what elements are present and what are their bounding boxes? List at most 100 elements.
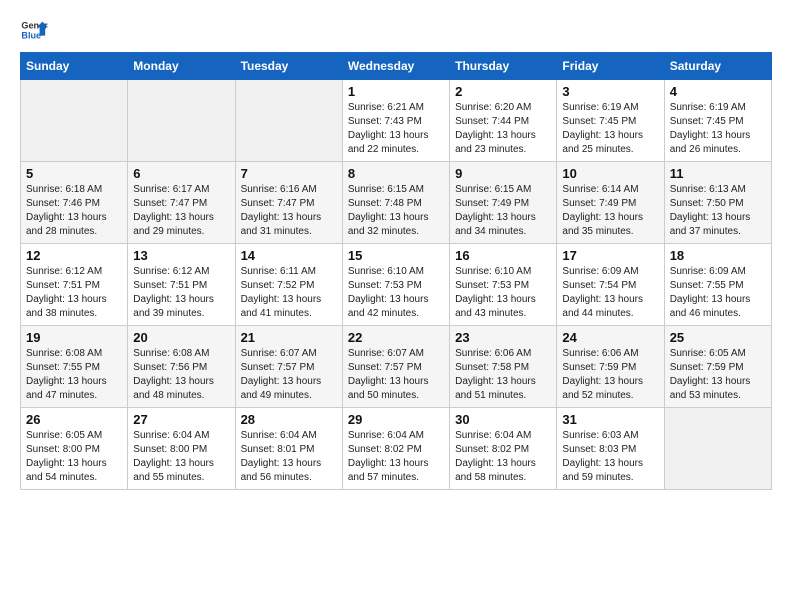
calendar-cell: 28Sunrise: 6:04 AMSunset: 8:01 PMDayligh…: [235, 408, 342, 490]
day-number: 7: [241, 166, 337, 181]
calendar-week-row: 12 Sunrise: 6:12 AMSunset: 7:51 PMDayligh…: [21, 244, 772, 326]
day-info: Sunrise: 6:12 AMSunset: 7:51 PMDaylight:…: [133, 265, 229, 321]
calendar-cell: 8Sunrise: 6:15 AMSunset: 7:48 PMDaylight…: [342, 162, 449, 244]
calendar-cell: [235, 80, 342, 162]
day-number: 30: [455, 412, 551, 427]
day-info: Sunrise: 6:04 AMSunset: 8:00 PMDaylight:…: [133, 429, 229, 485]
day-of-week-header: Friday: [557, 53, 664, 80]
day-info: Sunrise: 6:13 AMSunset: 7:50 PMDaylight:…: [670, 183, 766, 239]
calendar-cell: 25 Sunrise: 6:05 AMSunset: 7:59 PMDayligh…: [664, 326, 771, 408]
day-number: 11: [670, 166, 766, 181]
day-of-week-header: Wednesday: [342, 53, 449, 80]
day-number: 25: [670, 330, 766, 345]
day-info: Sunrise: 6:15 AMSunset: 7:49 PMDaylight:…: [455, 183, 551, 239]
calendar-cell: 30 Sunrise: 6:04 AMSunset: 8:02 PMDayligh…: [450, 408, 557, 490]
day-number: 22: [348, 330, 444, 345]
calendar-cell: 17 Sunrise: 6:09 AMSunset: 7:54 PMDayligh…: [557, 244, 664, 326]
calendar-cell: 26 Sunrise: 6:05 AMSunset: 8:00 PMDayligh…: [21, 408, 128, 490]
day-number: 16: [455, 248, 551, 263]
day-info: Sunrise: 6:10 AMSunset: 7:53 PMDaylight:…: [455, 265, 551, 321]
logo-icon: General Blue: [20, 16, 48, 44]
day-number: 15: [348, 248, 444, 263]
day-info: Sunrise: 6:04 AMSunset: 8:02 PMDaylight:…: [348, 429, 444, 485]
day-number: 6: [133, 166, 229, 181]
day-info: Sunrise: 6:15 AMSunset: 7:48 PMDaylight:…: [348, 183, 444, 239]
day-info: Sunrise: 6:09 AMSunset: 7:55 PMDaylight:…: [670, 265, 766, 321]
day-info: Sunrise: 6:04 AMSunset: 8:02 PMDaylight:…: [455, 429, 551, 485]
day-number: 21: [241, 330, 337, 345]
calendar-cell: 9 Sunrise: 6:15 AMSunset: 7:49 PMDaylight…: [450, 162, 557, 244]
day-number: 2: [455, 84, 551, 99]
calendar-cell: 15 Sunrise: 6:10 AMSunset: 7:53 PMDayligh…: [342, 244, 449, 326]
calendar-cell: 3 Sunrise: 6:19 AMSunset: 7:45 PMDaylight…: [557, 80, 664, 162]
calendar-cell: 29 Sunrise: 6:04 AMSunset: 8:02 PMDayligh…: [342, 408, 449, 490]
calendar-header: SundayMondayTuesdayWednesdayThursdayFrid…: [21, 53, 772, 80]
calendar-week-row: 5 Sunrise: 6:18 AMSunset: 7:46 PMDaylight…: [21, 162, 772, 244]
calendar-cell: 12 Sunrise: 6:12 AMSunset: 7:51 PMDayligh…: [21, 244, 128, 326]
day-info: Sunrise: 6:19 AMSunset: 7:45 PMDaylight:…: [670, 101, 766, 157]
calendar-cell: 6 Sunrise: 6:17 AMSunset: 7:47 PMDaylight…: [128, 162, 235, 244]
calendar-cell: 31 Sunrise: 6:03 AMSunset: 8:03 PMDayligh…: [557, 408, 664, 490]
day-info: Sunrise: 6:16 AMSunset: 7:47 PMDaylight:…: [241, 183, 337, 239]
calendar-cell: 5 Sunrise: 6:18 AMSunset: 7:46 PMDaylight…: [21, 162, 128, 244]
day-number: 20: [133, 330, 229, 345]
day-info: Sunrise: 6:11 AMSunset: 7:52 PMDaylight:…: [241, 265, 337, 321]
day-number: 12: [26, 248, 122, 263]
day-info: Sunrise: 6:21 AMSunset: 7:43 PMDaylight:…: [348, 101, 444, 157]
calendar-cell: 13 Sunrise: 6:12 AMSunset: 7:51 PMDayligh…: [128, 244, 235, 326]
calendar-cell: 21 Sunrise: 6:07 AMSunset: 7:57 PMDayligh…: [235, 326, 342, 408]
calendar-cell: 20 Sunrise: 6:08 AMSunset: 7:56 PMDayligh…: [128, 326, 235, 408]
calendar-cell: 7 Sunrise: 6:16 AMSunset: 7:47 PMDaylight…: [235, 162, 342, 244]
calendar-cell: [664, 408, 771, 490]
day-number: 4: [670, 84, 766, 99]
day-of-week-header: Saturday: [664, 53, 771, 80]
day-number: 5: [26, 166, 122, 181]
day-number: 31: [562, 412, 658, 427]
day-info: Sunrise: 6:20 AMSunset: 7:44 PMDaylight:…: [455, 101, 551, 157]
calendar-cell: 22Sunrise: 6:07 AMSunset: 7:57 PMDayligh…: [342, 326, 449, 408]
day-info: Sunrise: 6:05 AMSunset: 7:59 PMDaylight:…: [670, 347, 766, 403]
page-header: General Blue: [20, 16, 772, 44]
calendar-cell: 11 Sunrise: 6:13 AMSunset: 7:50 PMDayligh…: [664, 162, 771, 244]
day-number: 28: [241, 412, 337, 427]
calendar-cell: 1 Sunrise: 6:21 AMSunset: 7:43 PMDaylight…: [342, 80, 449, 162]
day-info: Sunrise: 6:07 AMSunset: 7:57 PMDaylight:…: [241, 347, 337, 403]
calendar-cell: 19 Sunrise: 6:08 AMSunset: 7:55 PMDayligh…: [21, 326, 128, 408]
day-info: Sunrise: 6:05 AMSunset: 8:00 PMDaylight:…: [26, 429, 122, 485]
calendar-cell: 14 Sunrise: 6:11 AMSunset: 7:52 PMDayligh…: [235, 244, 342, 326]
day-info: Sunrise: 6:09 AMSunset: 7:54 PMDaylight:…: [562, 265, 658, 321]
calendar-week-row: 19 Sunrise: 6:08 AMSunset: 7:55 PMDayligh…: [21, 326, 772, 408]
svg-text:Blue: Blue: [21, 30, 41, 40]
day-info: Sunrise: 6:08 AMSunset: 7:55 PMDaylight:…: [26, 347, 122, 403]
calendar-cell: 18 Sunrise: 6:09 AMSunset: 7:55 PMDayligh…: [664, 244, 771, 326]
day-number: 23: [455, 330, 551, 345]
day-of-week-header: Thursday: [450, 53, 557, 80]
day-info: Sunrise: 6:03 AMSunset: 8:03 PMDaylight:…: [562, 429, 658, 485]
day-number: 19: [26, 330, 122, 345]
day-info: Sunrise: 6:14 AMSunset: 7:49 PMDaylight:…: [562, 183, 658, 239]
calendar-week-row: 26 Sunrise: 6:05 AMSunset: 8:00 PMDayligh…: [21, 408, 772, 490]
day-number: 3: [562, 84, 658, 99]
calendar-body: 1 Sunrise: 6:21 AMSunset: 7:43 PMDaylight…: [21, 80, 772, 490]
day-number: 9: [455, 166, 551, 181]
day-of-week-header: Monday: [128, 53, 235, 80]
day-info: Sunrise: 6:19 AMSunset: 7:45 PMDaylight:…: [562, 101, 658, 157]
day-info: Sunrise: 6:08 AMSunset: 7:56 PMDaylight:…: [133, 347, 229, 403]
day-number: 14: [241, 248, 337, 263]
day-number: 13: [133, 248, 229, 263]
calendar-cell: 24 Sunrise: 6:06 AMSunset: 7:59 PMDayligh…: [557, 326, 664, 408]
day-number: 24: [562, 330, 658, 345]
day-number: 26: [26, 412, 122, 427]
calendar-cell: 16 Sunrise: 6:10 AMSunset: 7:53 PMDayligh…: [450, 244, 557, 326]
day-info: Sunrise: 6:12 AMSunset: 7:51 PMDaylight:…: [26, 265, 122, 321]
day-number: 1: [348, 84, 444, 99]
day-number: 17: [562, 248, 658, 263]
day-number: 18: [670, 248, 766, 263]
day-info: Sunrise: 6:06 AMSunset: 7:59 PMDaylight:…: [562, 347, 658, 403]
calendar-cell: 10Sunrise: 6:14 AMSunset: 7:49 PMDayligh…: [557, 162, 664, 244]
logo: General Blue: [20, 16, 48, 44]
day-info: Sunrise: 6:10 AMSunset: 7:53 PMDaylight:…: [348, 265, 444, 321]
day-info: Sunrise: 6:18 AMSunset: 7:46 PMDaylight:…: [26, 183, 122, 239]
day-number: 29: [348, 412, 444, 427]
day-info: Sunrise: 6:17 AMSunset: 7:47 PMDaylight:…: [133, 183, 229, 239]
